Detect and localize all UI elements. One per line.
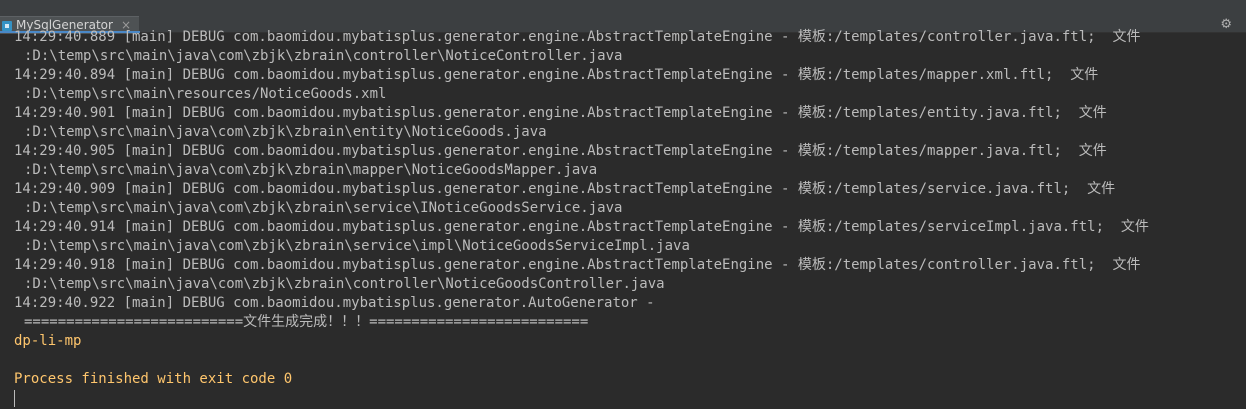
console-line: 14:29:40.909 [main] DEBUG com.baomidou.m… [14,181,1116,197]
process-finished-message: Process finished with exit code 0 [14,371,293,387]
run-config-icon [2,20,12,31]
console-line: :D:\temp\src\main\resources/NoticeGoods.… [24,86,387,102]
console-line: :D:\temp\src\main\java\com\zbjk\zbrain\c… [24,48,623,64]
console-line: 14:29:40.922 [main] DEBUG com.baomidou.m… [14,295,655,311]
console-line: 14:29:40.901 [main] DEBUG com.baomidou.m… [14,105,1107,121]
console-line: 14:29:40.918 [main] DEBUG com.baomidou.m… [14,257,1141,273]
console-output[interactable]: 14:29:40.889 [main] DEBUG com.baomidou.m… [14,28,1242,409]
console-line: :D:\temp\src\main\java\com\zbjk\zbrain\s… [24,238,690,254]
console-line: :D:\temp\src\main\java\com\zbjk\zbrain\e… [24,124,547,140]
console-line: :D:\temp\src\main\java\com\zbjk\zbrain\s… [24,200,623,216]
run-tool-window: MySqlGenerator × ⚙ 14:29:40.889 [main] D… [0,0,1246,409]
console-line: 14:29:40.905 [main] DEBUG com.baomidou.m… [14,143,1107,159]
console-line: :D:\temp\src\main\java\com\zbjk\zbrain\m… [24,162,598,178]
console-line: ==========================文件生成完成！！！=====… [24,314,589,330]
console-line: 14:29:40.889 [main] DEBUG com.baomidou.m… [14,29,1141,45]
console-line-profile: dp-li-mp [14,333,82,349]
console-line: 14:29:40.894 [main] DEBUG com.baomidou.m… [14,67,1099,83]
text-cursor [14,390,15,407]
console-line: 14:29:40.914 [main] DEBUG com.baomidou.m… [14,219,1149,235]
console-line: :D:\temp\src\main\java\com\zbjk\zbrain\c… [24,276,665,292]
